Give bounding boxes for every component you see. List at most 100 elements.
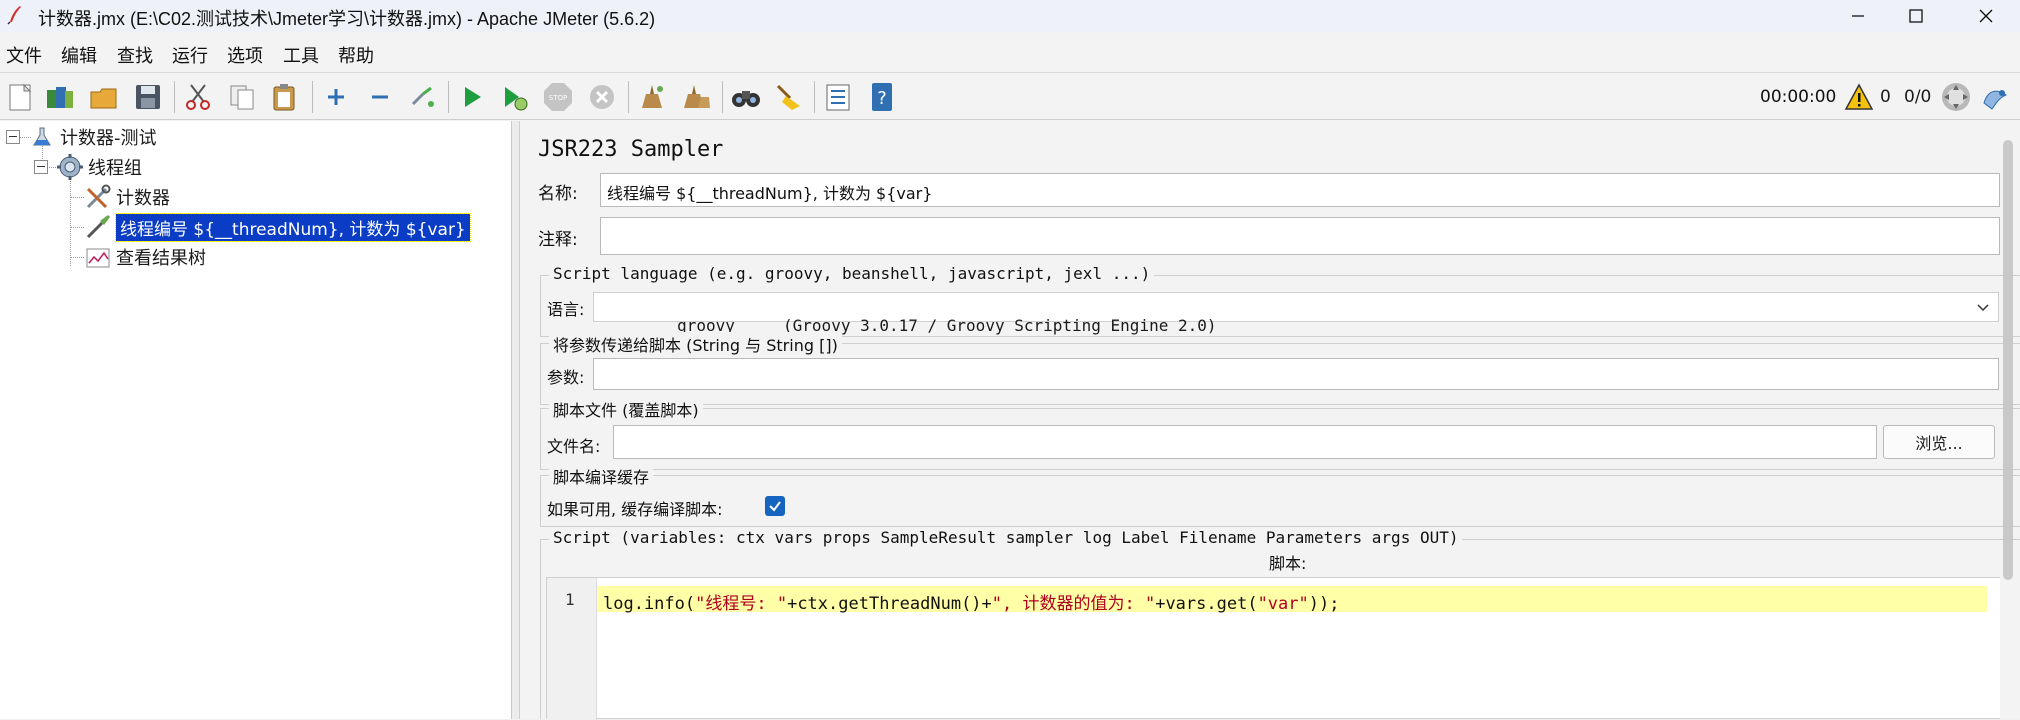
paste-icon xyxy=(273,84,295,111)
test-plan-tree: 计数器-测试 线程组 计数器 线程编号 ${__threadNum}, 计数为 … xyxy=(0,121,512,719)
warning-icon[interactable] xyxy=(1844,83,1874,111)
tree-item-label: 线程组 xyxy=(88,158,142,179)
cut-icon xyxy=(186,84,210,110)
toolbar: STOP ? 00:00:00 0 0/0 xyxy=(0,72,2020,120)
stop-icon: STOP xyxy=(544,83,572,111)
minimize-icon xyxy=(1852,15,1864,17)
broom-icon xyxy=(776,84,800,110)
function-helper-button[interactable] xyxy=(820,79,856,115)
start-no-pause-icon xyxy=(505,87,528,111)
collapse-icon xyxy=(372,95,388,99)
active-threads: 0/0 xyxy=(1904,87,1932,107)
paste-button[interactable] xyxy=(266,79,302,115)
jmeter-window: 计数器.jmx (E:\C02.测试技术\Jmeter学习\计数器.jmx) -… xyxy=(0,0,2020,720)
vertical-scrollbar[interactable] xyxy=(2003,140,2013,580)
close-button[interactable] xyxy=(1952,0,2020,32)
tree-item-results-tree[interactable]: 查看结果树 xyxy=(84,244,206,270)
collapse-all-button[interactable] xyxy=(362,79,398,115)
start-icon xyxy=(465,87,481,107)
tree-item-thread-group[interactable]: 线程组 xyxy=(56,154,142,180)
script-editor[interactable]: 1 log.info("线程号: "+ctx.getThreadNum()+",… xyxy=(546,577,2000,720)
code-line[interactable]: log.info("线程号: "+ctx.getThreadNum()+", 计… xyxy=(603,589,1339,614)
tree-item-jsr223-sampler[interactable]: 线程编号 ${__threadNum}, 计数为 ${var} xyxy=(84,212,471,242)
thread-group-icon xyxy=(56,154,84,180)
templates-button[interactable] xyxy=(42,79,78,115)
menu-help[interactable]: 帮助 xyxy=(338,42,374,68)
code-string-token: "线程号: " xyxy=(695,594,788,614)
reset-search-button[interactable] xyxy=(770,79,806,115)
menu-file[interactable]: 文件 xyxy=(6,42,42,68)
filename-label: 文件名: xyxy=(547,437,601,456)
parameters-field[interactable] xyxy=(593,358,1999,390)
menu-options[interactable]: 选项 xyxy=(227,42,263,68)
line-gutter: 1 xyxy=(547,578,597,720)
tree-item-label: 计数器-测试 xyxy=(60,128,157,149)
expand-toggle-thread-group[interactable] xyxy=(34,160,48,174)
line-number: 1 xyxy=(565,590,575,609)
sampler-panel: JSR223 Sampler 名称: 线程编号 ${__threadNum}, … xyxy=(520,121,2020,720)
tree-item-counter[interactable]: 计数器 xyxy=(84,184,170,210)
maximize-icon xyxy=(1909,9,1923,23)
comment-label: 注释: xyxy=(538,230,578,250)
comment-field[interactable] xyxy=(600,217,2000,255)
chevron-down-icon xyxy=(1977,304,1989,312)
language-select[interactable]: groovy (Groovy 3.0.17 / Groovy Scripting… xyxy=(593,292,1999,335)
templates-icon xyxy=(47,87,73,108)
open-icon xyxy=(90,88,117,109)
list-icon xyxy=(826,84,850,111)
clear-all-button[interactable] xyxy=(678,79,714,115)
test-plan-icon xyxy=(28,124,56,150)
toggle-icon xyxy=(411,86,434,107)
menu-edit[interactable]: 编辑 xyxy=(61,42,97,68)
close-icon xyxy=(1979,9,1993,23)
help-button[interactable]: ? xyxy=(864,79,900,115)
script-group-title: Script (variables: ctx vars props Sample… xyxy=(549,528,1463,547)
menu-run[interactable]: 运行 xyxy=(172,42,208,68)
svg-text:STOP: STOP xyxy=(549,94,567,102)
shutdown-icon xyxy=(590,85,614,109)
code-token: log.info( xyxy=(603,594,696,614)
cache-group-title: 脚本编译缓存 xyxy=(549,464,654,488)
code-string-token: ", 计数器的值为: " xyxy=(991,594,1156,614)
new-button[interactable] xyxy=(2,79,38,115)
name-field[interactable]: 线程编号 ${__threadNum}, 计数为 ${var} xyxy=(600,173,2000,207)
clear-icon xyxy=(642,85,663,108)
expand-icon xyxy=(328,89,344,105)
menu-search[interactable]: 查找 xyxy=(117,42,153,68)
name-label: 名称: xyxy=(538,184,578,204)
script-language-group: Script language (e.g. groovy, beanshell,… xyxy=(540,264,2020,337)
tree-item-test-plan[interactable]: 计数器-测试 xyxy=(28,124,157,150)
parameters-group: 将参数传递给脚本 (String 与 String []) 参数: xyxy=(540,332,2020,405)
panel-title: JSR223 Sampler xyxy=(538,137,724,162)
jmeter-feather-icon xyxy=(7,6,21,25)
maximize-button[interactable] xyxy=(1882,0,1950,32)
expand-all-button[interactable] xyxy=(318,79,354,115)
expand-toggle-test-plan[interactable] xyxy=(6,130,20,144)
code-token: +ctx.getThreadNum()+ xyxy=(787,594,992,614)
copy-button[interactable] xyxy=(224,79,260,115)
cut-button[interactable] xyxy=(180,79,216,115)
svg-text:?: ? xyxy=(877,88,887,109)
tree-item-label: 计数器 xyxy=(116,188,170,209)
clear-button[interactable] xyxy=(634,79,670,115)
stop-button: STOP xyxy=(540,79,576,115)
start-button[interactable] xyxy=(454,79,490,115)
shutdown-button xyxy=(584,79,620,115)
search-icon xyxy=(732,91,760,107)
toggle-button[interactable] xyxy=(404,79,440,115)
start-no-pauses-button[interactable] xyxy=(496,79,532,115)
search-button[interactable] xyxy=(728,79,764,115)
menu-tools[interactable]: 工具 xyxy=(283,42,319,68)
script-label: 脚本: xyxy=(1269,554,1307,573)
open-button[interactable] xyxy=(86,79,122,115)
save-icon xyxy=(136,85,160,109)
pane-splitter[interactable] xyxy=(512,121,520,719)
script-file-group-title: 脚本文件 (覆盖脚本) xyxy=(549,397,703,421)
save-button[interactable] xyxy=(130,79,166,115)
browse-button[interactable]: 浏览... xyxy=(1883,425,1995,459)
parameters-group-title: 将参数传递给脚本 (String 与 String []) xyxy=(549,332,842,356)
filename-field[interactable] xyxy=(613,425,1877,459)
cache-checkbox[interactable] xyxy=(765,496,785,516)
log-viewer-icon[interactable] xyxy=(1980,83,2010,111)
compilation-cache-group: 脚本编译缓存 如果可用, 缓存编译脚本: xyxy=(540,464,2020,527)
